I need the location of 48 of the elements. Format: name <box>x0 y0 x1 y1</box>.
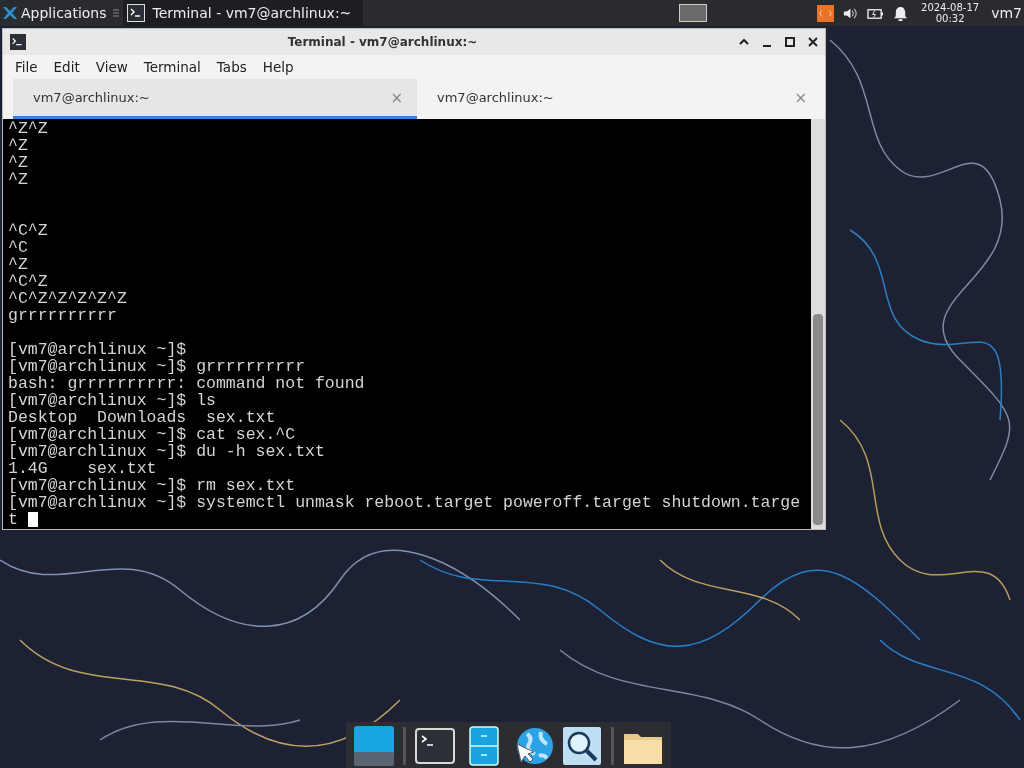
network-icon[interactable] <box>817 4 835 22</box>
terminal-line: [vm7@archlinux ~]$ grrrrrrrrrr <box>8 358 306 375</box>
tab-label[interactable]: vm7@archlinux:~ <box>437 90 554 105</box>
terminal-line: t <box>8 511 18 528</box>
terminal-line: [vm7@archlinux ~]$ du -h sex.txt <box>8 443 325 460</box>
terminal-tab[interactable]: vm7@archlinux:~ × <box>417 79 821 119</box>
terminal-icon[interactable] <box>414 726 455 766</box>
menu-item[interactable]: File <box>7 59 46 75</box>
terminal-line: ^Z <box>8 154 28 171</box>
menu-item[interactable]: Help <box>254 59 302 75</box>
clock[interactable]: 2024-08-17 00:32 <box>921 2 980 24</box>
terminal-icon <box>126 4 145 22</box>
terminal-line: ^Z <box>8 256 28 273</box>
terminal-line: bash: grrrrrrrrrr: command not found <box>8 375 365 392</box>
menu-item[interactable]: View <box>87 59 136 75</box>
terminal-line: ^Z <box>8 171 28 188</box>
terminal-line: ^Z <box>8 137 28 154</box>
show-desktop-icon[interactable] <box>353 726 394 766</box>
terminal-line: grrrrrrrrrr <box>8 307 117 324</box>
terminal-line: [vm7@archlinux ~]$ cat sex.^C <box>8 426 296 443</box>
terminal-line: [vm7@archlinux ~]$ <box>8 341 187 358</box>
terminal-line: ^C <box>8 239 28 256</box>
terminal-line: [vm7@archlinux ~]$ rm sex.txt <box>8 477 296 494</box>
terminal-line: 1.4G sex.txt <box>8 460 157 477</box>
menu-item[interactable]: Terminal <box>135 59 209 75</box>
terminal-line: [vm7@archlinux ~]$ systemctl unmask reboot.target poweroff.target shutdown.targe <box>8 494 801 511</box>
user-name[interactable]: vm7 <box>991 5 1022 21</box>
taskbar-button[interactable]: Terminal - vm7@archlinux:~ <box>122 0 364 26</box>
terminal-icon <box>9 34 27 50</box>
terminal-line: Desktop Downloads sex.txt <box>8 409 276 426</box>
close-icon[interactable] <box>807 36 819 48</box>
workspace-switcher[interactable] <box>679 4 708 22</box>
terminal-line: ^Z^Z <box>8 120 48 137</box>
tab-label[interactable]: vm7@archlinux:~ <box>33 90 150 105</box>
terminal-line: ^C^Z <box>8 222 48 239</box>
menu-item[interactable]: Tabs <box>208 59 255 75</box>
terminal-tab[interactable]: vm7@archlinux:~ × <box>13 79 417 119</box>
maximize-icon[interactable] <box>784 36 796 48</box>
terminal-line: ^C^Z <box>8 273 48 290</box>
menu-item[interactable]: Edit <box>45 59 88 75</box>
scrollbar-thumb[interactable] <box>813 314 823 525</box>
terminal-line: ^C^Z^Z^Z^Z^Z <box>8 290 127 307</box>
terminal-line: [vm7@archlinux ~]$ ls <box>8 392 216 409</box>
handle-icon[interactable] <box>112 8 119 18</box>
x-logo-icon <box>2 5 18 21</box>
search-icon[interactable] <box>561 726 602 766</box>
applications-menu[interactable]: Applications <box>0 0 111 26</box>
window-title: Terminal - vm7@archlinux:~ <box>286 35 479 49</box>
